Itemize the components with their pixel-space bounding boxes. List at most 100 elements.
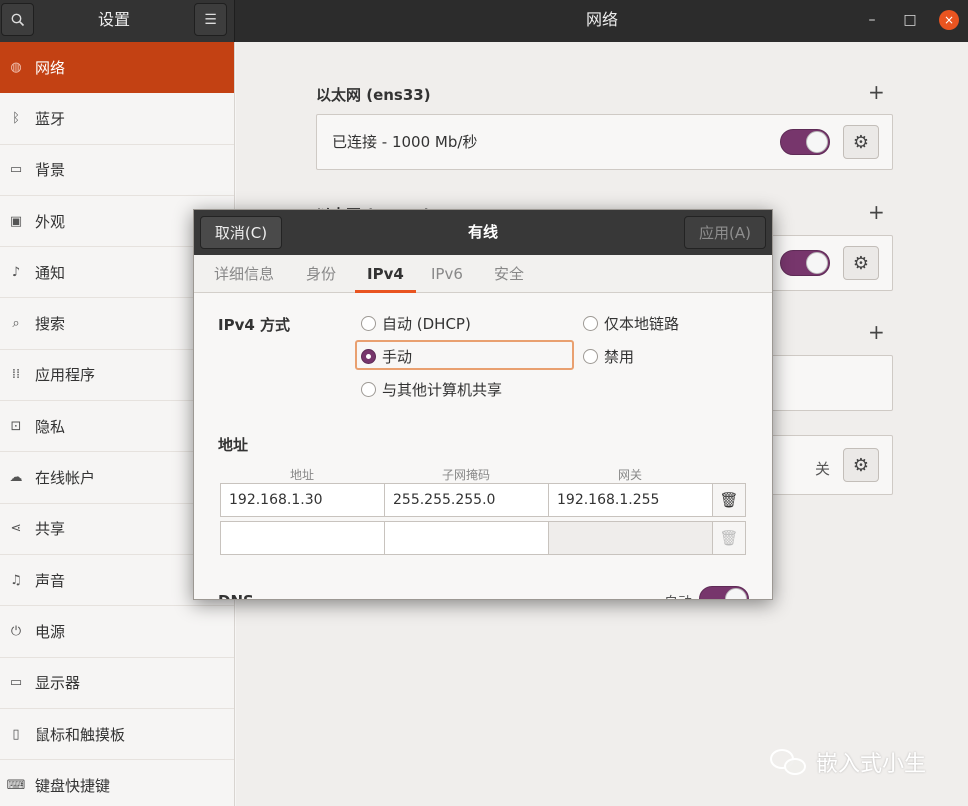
radio-disabled[interactable]: 禁用 (583, 346, 634, 367)
add-ethernet2-button[interactable]: + (868, 200, 885, 224)
sidebar-item-label: 应用程序 (35, 366, 96, 385)
tab-ipv4[interactable]: IPv4 (355, 255, 416, 293)
settings-header: 设置 ☰ (0, 0, 235, 42)
sidebar-item-label: 隐私 (35, 417, 66, 436)
toggle-knob (725, 588, 747, 599)
ethernet2-toggle[interactable] (780, 250, 830, 276)
wechat-icon (770, 747, 810, 777)
radio-label: 禁用 (604, 348, 635, 366)
ipv4-method-label: IPv4 方式 (218, 316, 291, 334)
dialog-tabs: 详细信息 身份 IPv4 IPv6 安全 (194, 255, 772, 293)
appearance-icon: ▣ (9, 213, 23, 229)
tab-ipv6[interactable]: IPv6 (431, 255, 463, 293)
dialog-header: 有线 取消(C) 应用(A) (194, 210, 772, 255)
notification-bell-icon: ♪ (11, 264, 21, 280)
connection-status: 已连接 - 1000 Mb/秒 (332, 133, 478, 151)
radio-label: 手动 (382, 348, 413, 366)
gear-icon: ⚙ (852, 454, 870, 476)
radio-label: 与其他计算机共享 (382, 381, 503, 399)
add-ethernet-button[interactable]: + (868, 80, 885, 104)
page-title: 网络 (585, 10, 618, 29)
ethernet-settings-button[interactable]: ⚙ (843, 125, 879, 159)
gear-icon: ⚙ (852, 131, 870, 153)
minimize-button[interactable]: – (862, 10, 882, 30)
column-netmask: 子网掩码 (441, 468, 490, 482)
sidebar-item-label: 外观 (35, 212, 66, 231)
mouse-icon: ▯ (12, 726, 20, 742)
sound-music-icon: ♫ (10, 572, 22, 588)
wired-settings-dialog: 有线 取消(C) 应用(A) 详细信息 身份 IPv4 IPv6 安全 IPv4… (193, 209, 773, 600)
close-button[interactable]: × (939, 10, 959, 30)
trash-icon: 🗑 (719, 529, 739, 547)
sidebar-item-label: 电源 (35, 622, 66, 641)
address-input-empty[interactable] (220, 521, 385, 555)
radio-manual[interactable]: 手动 (361, 346, 412, 367)
sidebar-item-label: 背景 (35, 161, 66, 180)
proxy-settings-button[interactable]: ⚙ (843, 448, 879, 482)
sidebar-item-11[interactable]: ⏻ 电源 (0, 606, 234, 658)
toggle-knob (806, 252, 828, 274)
search-icon: ⌕ (12, 316, 20, 332)
radio-link-local[interactable]: 仅本地链路 (583, 313, 679, 334)
gateway-input[interactable]: 192.168.1.255 (548, 483, 713, 517)
netmask-input-empty[interactable] (384, 521, 549, 555)
ethernet-connection-card: 已连接 - 1000 Mb/秒 ⚙ (316, 114, 893, 170)
tab-security[interactable]: 安全 (494, 255, 524, 293)
radio-auto-dhcp[interactable]: 自动 (DHCP) (361, 313, 471, 334)
address-input[interactable]: 192.168.1.30 (220, 483, 385, 517)
ethernet2-settings-button[interactable]: ⚙ (843, 246, 879, 280)
cancel-button[interactable]: 取消(C) (200, 216, 282, 249)
maximize-button[interactable]: □ (900, 10, 920, 30)
netmask-input[interactable]: 255.255.255.0 (384, 483, 549, 517)
background-monitor-icon: ▭ (9, 162, 23, 178)
radio-shared[interactable]: 与其他计算机共享 (361, 379, 502, 400)
radio-indicator (583, 349, 598, 364)
radio-indicator (583, 316, 598, 331)
dns-auto-label: 自动 (664, 592, 692, 599)
sidebar-item-1[interactable]: ᛒ 蓝牙 (0, 93, 234, 145)
sidebar-item-label: 显示器 (35, 674, 81, 693)
ethernet-toggle[interactable] (780, 129, 830, 155)
share-icon: ⋖ (10, 521, 22, 537)
sidebar-item-14[interactable]: ⌨ 键盘快捷键 (0, 760, 234, 806)
bluetooth-icon: ᛒ (12, 110, 20, 126)
tab-identity[interactable]: 身份 (306, 255, 336, 293)
delete-address-button[interactable]: 🗑 (712, 483, 746, 517)
dns-auto-toggle[interactable] (699, 586, 749, 599)
add-vpn-button[interactable]: + (868, 320, 885, 344)
trash-icon: 🗑 (719, 491, 739, 509)
sidebar-item-0[interactable]: ◍ 网络 (0, 42, 234, 94)
sidebar-item-label: 共享 (35, 520, 66, 539)
radio-indicator-selected (361, 349, 376, 364)
gear-icon: ⚙ (852, 252, 870, 274)
search-button[interactable] (1, 3, 34, 36)
sidebar-item-label: 键盘快捷键 (35, 776, 111, 795)
sidebar-item-label: 搜索 (35, 315, 66, 334)
sidebar-item-label: 通知 (35, 263, 66, 282)
dns-label: DNS (218, 592, 254, 599)
sidebar-item-12[interactable]: ▭ 显示器 (0, 658, 234, 709)
gateway-input-empty[interactable] (548, 521, 713, 555)
display-icon: ▭ (9, 675, 23, 691)
keyboard-icon: ⌨ (6, 777, 26, 793)
search-icon (11, 13, 24, 26)
sidebar-item-2[interactable]: ▭ 背景 (0, 145, 234, 196)
column-address: 地址 (289, 468, 314, 482)
apply-button[interactable]: 应用(A) (684, 216, 766, 249)
tab-details[interactable]: 详细信息 (214, 255, 274, 293)
power-icon: ⏻ (10, 623, 22, 639)
proxy-off-label: 关 (815, 460, 831, 478)
sidebar-item-label: 网络 (35, 58, 66, 77)
network-globe-icon: ◍ (10, 59, 22, 75)
toggle-knob (806, 131, 828, 153)
watermark: 嵌入式小生 (770, 744, 926, 780)
watermark-text: 嵌入式小生 (816, 752, 927, 777)
sidebar-item-13[interactable]: ▯ 鼠标和触摸板 (0, 709, 234, 761)
sidebar-item-label: 蓝牙 (35, 109, 66, 128)
radio-indicator (361, 316, 376, 331)
column-gateway: 网关 (617, 468, 642, 482)
menu-button[interactable]: ☰ (194, 3, 227, 36)
delete-address-button-disabled[interactable]: 🗑 (712, 521, 746, 555)
sidebar-item-label: 声音 (35, 571, 66, 590)
radio-label: 仅本地链路 (604, 315, 680, 333)
